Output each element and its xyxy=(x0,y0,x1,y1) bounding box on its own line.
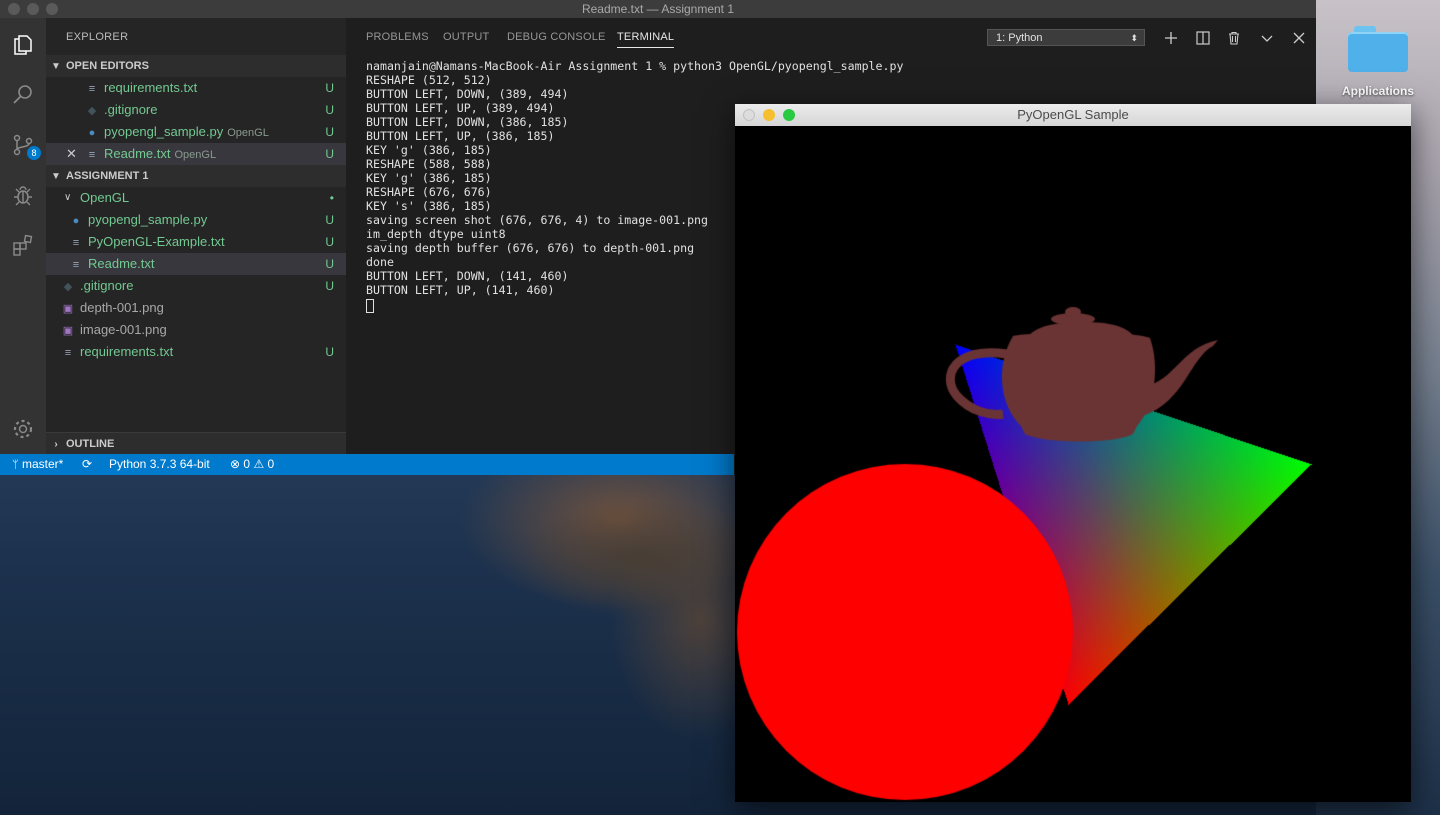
trash-icon xyxy=(1229,31,1239,45)
extensions-icon[interactable] xyxy=(8,230,38,260)
terminal-line: namanjain@Namans-MacBook-Air Assignment … xyxy=(366,59,904,73)
file-item[interactable]: ● pyopengl_sample.py U xyxy=(46,209,346,231)
source-control-icon[interactable]: 8 xyxy=(8,130,41,160)
zoom-window-button[interactable] xyxy=(783,109,795,121)
pyopengl-window-title: PyOpenGL Sample xyxy=(1017,107,1129,122)
tab-debug-console[interactable]: DEBUG CONSOLE xyxy=(507,31,606,43)
zoom-window-button[interactable] xyxy=(46,3,58,15)
gear-icon[interactable] xyxy=(8,414,38,444)
vscode-titlebar: Readme.txt — Assignment 1 xyxy=(0,0,1316,18)
pyopengl-titlebar: PyOpenGL Sample xyxy=(735,104,1411,127)
open-editor-item[interactable]: ≡ requirements.txt U xyxy=(46,77,346,99)
problems-status[interactable]: ⊗ 0 ⚠ 0 xyxy=(230,454,274,475)
debug-icon[interactable] xyxy=(8,180,38,210)
chevron-right-icon: › xyxy=(54,439,58,450)
close-window-button[interactable] xyxy=(8,3,20,15)
text-file-icon: ≡ xyxy=(64,347,72,359)
open-editor-item[interactable]: ◆ .gitignore U xyxy=(46,99,346,121)
plus-icon xyxy=(1165,32,1177,44)
maximize-panel-button[interactable] xyxy=(1256,27,1278,49)
folder-icon xyxy=(1348,22,1408,72)
open-editor-item-active[interactable]: ✕ ≡ Readme.txt OpenGL U xyxy=(46,143,346,165)
tab-terminal[interactable]: TERMINAL xyxy=(617,31,675,48)
file-item[interactable]: ▣ depth-001.png xyxy=(46,297,346,319)
file-item[interactable]: ▣ image-001.png xyxy=(46,319,346,341)
activity-bar: 8 xyxy=(0,18,46,454)
terminal-select[interactable]: 1: Python ⬍ xyxy=(987,29,1145,46)
scm-badge: 8 xyxy=(27,146,41,160)
close-panel-button[interactable] xyxy=(1288,27,1310,49)
file-item[interactable]: ≡ PyOpenGL-Example.txt U xyxy=(46,231,346,253)
text-file-icon: ≡ xyxy=(72,237,80,249)
git-file-icon: ◆ xyxy=(87,105,97,117)
close-icon xyxy=(1293,32,1305,44)
close-window-button[interactable] xyxy=(743,109,755,121)
chevron-down-icon: ∨ xyxy=(64,192,72,203)
terminal-line: BUTTON LEFT, DOWN, (389, 494) xyxy=(366,87,569,101)
tab-output[interactable]: OUTPUT xyxy=(443,31,489,43)
split-terminal-button[interactable] xyxy=(1192,27,1214,49)
python-file-icon: ● xyxy=(72,215,80,227)
file-item[interactable]: ◆ .gitignore U xyxy=(46,275,346,297)
sidebar-header: EXPLORER xyxy=(66,31,129,43)
tab-problems[interactable]: PROBLEMS xyxy=(366,31,429,43)
chevron-down-icon: ▼ xyxy=(51,61,61,72)
warning-icon: ⚠ xyxy=(253,457,265,471)
chevron-down-icon: ▼ xyxy=(51,171,61,182)
branch-status[interactable]: ᛘ master* xyxy=(12,454,63,475)
terminal-cursor xyxy=(366,299,374,313)
image-file-icon: ▣ xyxy=(62,325,74,337)
applications-folder[interactable]: Applications xyxy=(1333,22,1423,98)
workspace-section[interactable]: ▼ ASSIGNMENT 1 xyxy=(46,165,346,187)
terminal-line: RESHAPE (512, 512) xyxy=(366,73,492,87)
opengl-viewport[interactable] xyxy=(735,126,1411,802)
open-editors-section[interactable]: ▼ OPEN EDITORS xyxy=(46,55,346,77)
select-arrows-icon: ⬍ xyxy=(1130,33,1138,43)
sync-icon[interactable]: ⟳ xyxy=(82,454,92,475)
new-terminal-button[interactable] xyxy=(1160,27,1182,49)
outline-section[interactable]: › OUTLINE xyxy=(46,432,346,455)
minimize-window-button[interactable] xyxy=(763,109,775,121)
branch-icon: ᛘ xyxy=(12,459,19,471)
minimize-window-button[interactable] xyxy=(27,3,39,15)
search-icon[interactable] xyxy=(8,80,38,110)
text-file-icon: ≡ xyxy=(72,259,80,271)
python-file-icon: ● xyxy=(88,127,96,139)
split-icon xyxy=(1196,31,1210,45)
folder-item[interactable]: ∨ OpenGL • xyxy=(46,187,346,209)
file-item-selected[interactable]: ≡ Readme.txt U xyxy=(46,253,346,275)
close-icon[interactable]: ✕ xyxy=(66,143,77,165)
image-file-icon: ▣ xyxy=(62,303,74,315)
python-interpreter[interactable]: Python 3.7.3 64-bit xyxy=(109,454,210,475)
git-file-icon: ◆ xyxy=(63,281,73,293)
kill-terminal-button[interactable] xyxy=(1223,27,1245,49)
open-editor-item[interactable]: ● pyopengl_sample.py OpenGL U xyxy=(46,121,346,143)
status-bar: ᛘ master* ⟳ Python 3.7.3 64-bit ⊗ 0 ⚠ 0 xyxy=(0,454,734,475)
error-icon: ⊗ xyxy=(230,457,241,471)
file-item[interactable]: ≡ requirements.txt U xyxy=(46,341,346,363)
pyopengl-window: PyOpenGL Sample xyxy=(735,104,1411,802)
window-title: Readme.txt — Assignment 1 xyxy=(581,2,735,16)
explorer-icon[interactable] xyxy=(8,30,38,60)
text-file-icon: ≡ xyxy=(88,83,96,95)
explorer-sidebar: EXPLORER ▼ OPEN EDITORS ≡ requirements.txt… xyxy=(46,18,346,455)
text-file-icon: ≡ xyxy=(88,149,96,161)
applications-label: Applications xyxy=(1341,84,1414,98)
chevron-down-icon xyxy=(1261,35,1273,42)
